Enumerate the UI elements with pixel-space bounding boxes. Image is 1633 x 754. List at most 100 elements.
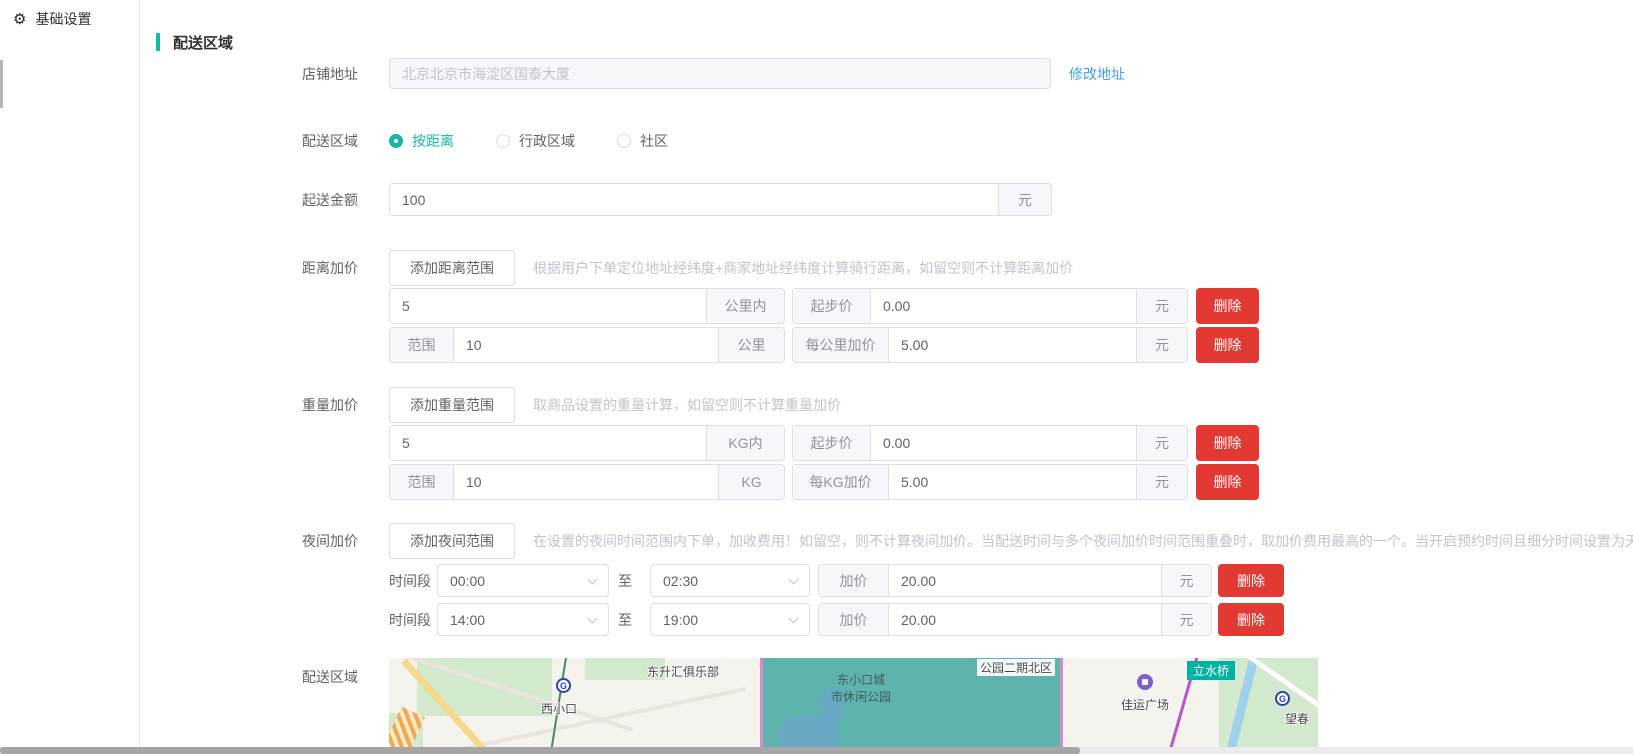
base-price-prefix: 起步价 (793, 289, 871, 323)
chevron-down-icon (789, 575, 799, 585)
map-label-jiayun-plaza[interactable]: 佳运广场 (1121, 696, 1169, 713)
weight-hint: 取商品设置的重量计算，如留空则不计算重量加价 (533, 395, 841, 415)
min-order-input[interactable] (390, 184, 998, 215)
price-unit-suffix: 元 (1136, 465, 1187, 499)
min-order-label: 起送金额 (141, 190, 389, 210)
metro-station-icon[interactable]: G (556, 678, 571, 693)
base-price-input[interactable] (871, 426, 1136, 460)
to-label: 至 (618, 571, 632, 591)
map-label-leisure-park[interactable]: 市休闲公园 (831, 688, 891, 705)
to-label: 至 (618, 610, 632, 630)
radio-selected-icon (389, 134, 403, 148)
start-time-select[interactable]: 14:00 (437, 603, 609, 636)
night-header-row: 夜间加价 添加夜间范围 在设置的夜间时间范围内下单，加收费用！如留空，则不计算夜… (141, 523, 1633, 559)
store-address-label: 店铺地址 (141, 64, 389, 84)
add-weight-range-button[interactable]: 添加重量范围 (389, 387, 515, 423)
per-km-price-prefix: 每公里加价 (793, 328, 889, 362)
price-unit-suffix: 元 (1136, 289, 1187, 323)
weight-unit-suffix: KG (718, 465, 784, 499)
delete-button[interactable]: 删除 (1218, 564, 1284, 597)
distance-header-row: 距离加价 添加距离范围 根据用户下单定位地址经纬度+商家地址经纬度计算骑行距离，… (141, 250, 1633, 286)
map-label-lishuiqiao[interactable]: 立水桥 (1187, 661, 1235, 680)
delivery-area-radio-group: 按距离 行政区域 社区 (389, 131, 668, 151)
end-time-select[interactable]: 02:30 (650, 564, 810, 597)
night-hint: 在设置的夜间时间范围内下单，加收费用！如留空，则不计算夜间加价。当配送时间与多个… (533, 531, 1633, 551)
page-title: 配送区域 (173, 32, 233, 53)
sidebar-item-basic-settings[interactable]: ⚙ 基础设置 (0, 0, 139, 38)
weight-unit-suffix: KG内 (706, 426, 784, 460)
chevron-down-icon (588, 575, 598, 585)
gear-icon: ⚙ (13, 12, 26, 27)
night-label: 夜间加价 (141, 531, 389, 551)
distance-hint: 根据用户下单定位地址经纬度+商家地址经纬度计算骑行距离，如留空则不计算距离加价 (533, 258, 1073, 278)
weight-range-input[interactable] (454, 465, 718, 499)
sidebar-scrollbar[interactable] (0, 60, 3, 108)
metro-station-icon[interactable]: G (1275, 691, 1290, 706)
weight-row-2: 范围 KG 每KG加价 元 删除 (141, 464, 1633, 500)
night-price-input[interactable] (889, 604, 1161, 635)
delete-button[interactable]: 删除 (1196, 464, 1259, 500)
night-row-1: 时间段 00:00 至 02:30 加价 元 删除 (141, 564, 1633, 597)
distance-unit-suffix: 公里 (718, 328, 784, 362)
distance-row-1: 公里内 起步价 元 删除 (141, 288, 1633, 324)
end-time-select[interactable]: 19:00 (650, 603, 810, 636)
per-kg-price-input[interactable] (889, 465, 1136, 499)
map-label-park-phase2-north[interactable]: 公园二期北区 (977, 659, 1055, 676)
weight-range-input[interactable] (390, 426, 706, 460)
map-label-wangchun[interactable]: 望春 (1285, 710, 1309, 727)
map-row: 配送区域 G 西小口 东升汇俱乐部 东小口城 市休闲公园 (141, 658, 1633, 751)
map-label-dongxiaokou-city[interactable]: 东小口城 (837, 671, 885, 688)
section-header: 配送区域 (156, 33, 1633, 51)
radio-admin-region[interactable]: 行政区域 (496, 131, 575, 151)
weight-header-row: 重量加价 添加重量范围 取商品设置的重量计算，如留空则不计算重量加价 (141, 387, 1633, 423)
price-unit-suffix: 元 (1161, 565, 1211, 596)
store-address-field[interactable] (389, 58, 1051, 89)
time-period-label: 时间段 (389, 610, 431, 630)
per-km-price-input[interactable] (889, 328, 1136, 362)
base-price-prefix: 起步价 (793, 426, 871, 460)
delete-button[interactable]: 删除 (1196, 327, 1259, 363)
per-kg-price-prefix: 每KG加价 (793, 465, 889, 499)
min-order-row: 起送金额 元 (141, 183, 1633, 216)
horizontal-scrollbar-thumb[interactable] (0, 747, 1080, 754)
map-label: 配送区域 (141, 658, 389, 687)
chevron-down-icon (588, 614, 598, 624)
night-row-2: 时间段 14:00 至 19:00 加价 元 删除 (141, 603, 1633, 636)
chevron-down-icon (789, 614, 799, 624)
time-period-label: 时间段 (389, 571, 431, 591)
sidebar: ⚙ 基础设置 (0, 0, 140, 754)
range-prefix: 范围 (390, 465, 454, 499)
price-unit-suffix: 元 (1136, 328, 1187, 362)
start-time-select[interactable]: 00:00 (437, 564, 609, 597)
weight-label: 重量加价 (141, 395, 389, 415)
radio-community[interactable]: 社区 (617, 131, 668, 151)
add-distance-range-button[interactable]: 添加距离范围 (389, 250, 515, 286)
night-price-prefix: 加价 (819, 565, 889, 596)
price-unit-suffix: 元 (1136, 426, 1187, 460)
range-prefix: 范围 (390, 328, 454, 362)
modify-address-link[interactable]: 修改地址 (1069, 64, 1125, 84)
map-label-dongshenghui-club[interactable]: 东升汇俱乐部 (647, 663, 719, 680)
distance-unit-suffix: 公里内 (706, 289, 784, 323)
distance-label: 距离加价 (141, 258, 389, 278)
map-label-xixiaokou[interactable]: 西小口 (541, 700, 577, 717)
delete-button[interactable]: 删除 (1196, 425, 1259, 461)
sidebar-item-label: 基础设置 (35, 9, 91, 29)
base-price-input[interactable] (871, 289, 1136, 323)
area-mode-label: 配送区域 (141, 131, 389, 151)
price-unit-suffix: 元 (1161, 604, 1211, 635)
delete-button[interactable]: 删除 (1196, 288, 1259, 324)
main-content: 配送区域 店铺地址 修改地址 配送区域 按距离 行政区域 社区 起送金额 (141, 0, 1633, 754)
store-address-row: 店铺地址 修改地址 (141, 58, 1633, 89)
night-price-input[interactable] (889, 565, 1161, 596)
delete-button[interactable]: 删除 (1218, 603, 1284, 636)
distance-range-input[interactable] (390, 289, 706, 323)
mall-poi-icon[interactable] (1137, 674, 1153, 690)
add-night-range-button[interactable]: 添加夜间范围 (389, 523, 515, 559)
area-mode-row: 配送区域 按距离 行政区域 社区 (141, 125, 1633, 156)
delivery-map[interactable]: G 西小口 东升汇俱乐部 东小口城 市休闲公园 公园二期北区 立水桥 佳运广场 … (389, 658, 1318, 751)
radio-by-distance[interactable]: 按距离 (389, 131, 454, 151)
section-accent-bar (156, 33, 160, 51)
distance-range-input[interactable] (454, 328, 718, 362)
horizontal-scrollbar-track[interactable] (0, 747, 1633, 754)
